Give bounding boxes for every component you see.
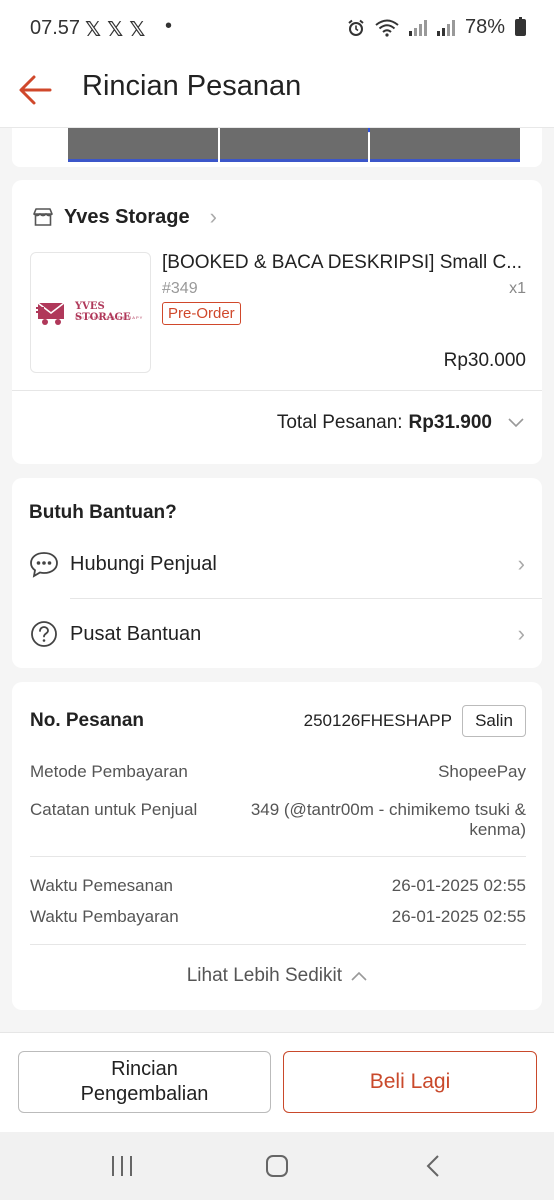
product-quantity: x1 [509,280,526,297]
yves-storage-logo [36,302,65,325]
system-nav-bar [0,1132,554,1200]
chevron-right-icon: › [517,621,525,646]
app-header: Rincian Pesanan [0,58,554,128]
redaction-block [220,128,368,162]
order-time-label: Waktu Pemesanan [30,876,173,895]
seller-note-line2: kenma) [469,820,526,839]
divider [30,944,526,945]
help-title: Butuh Bantuan? [29,502,177,523]
help-center-row[interactable]: Pusat Bantuan › [29,614,525,654]
help-center-label: Pusat Bantuan [70,622,202,645]
seller-note-row: Catatan untuk Penjual 349 (@tantr00m - c… [30,800,526,839]
chevron-right-icon: › [517,551,525,576]
store-icon [33,208,53,226]
payment-method-row: Metode Pembayaran ShopeePay [30,762,526,782]
product-thumbnail[interactable]: YVES STORAGE SHIPPING IS A THERAPY [30,252,151,373]
payment-time-label: Waktu Pembayaran [30,907,179,926]
see-less-toggle[interactable]: Lihat Lebih Sedikit [12,965,542,987]
order-number-value: 250126FHESHAPP [303,711,452,730]
x-notification-icons: 𝕏𝕏𝕏 [85,19,152,41]
seller-note-label: Catatan untuk Penjual [30,800,198,819]
alarm-icon [348,19,364,36]
return-details-line2: Pengembalian [80,1083,209,1105]
shop-header[interactable]: Yves Storage › [32,204,217,230]
battery-icon [515,17,526,36]
payment-time-row: Waktu Pembayaran 26-01-2025 02:55 [30,907,526,927]
order-info-card: No. Pesanan 250126FHESHAPP Salin Metode … [12,682,542,1010]
return-details-button[interactable]: Rincian Pengembalian [18,1051,271,1113]
recent-apps-icon[interactable] [102,1150,142,1182]
payment-time-value: 26-01-2025 02:55 [391,907,526,926]
back-nav-icon[interactable] [413,1150,453,1182]
copy-button[interactable]: Salin [462,705,526,737]
divider [70,598,542,599]
back-arrow-icon[interactable] [18,72,54,108]
see-less-label: Lihat Lebih Sedikit [186,965,342,986]
order-total[interactable]: Total Pesanan: Rp31.900 [277,412,524,434]
help-card: Butuh Bantuan? Hubungi Penjual › Pusat B… [12,478,542,668]
question-icon [29,619,59,649]
contact-seller-label: Hubungi Penjual [70,552,217,575]
order-number-label: No. Pesanan [30,710,145,731]
return-details-line1: Rincian [111,1058,178,1080]
battery-percent: 78% [464,16,505,38]
status-bar: 07.57 𝕏𝕏𝕏 • 78% [0,0,554,58]
page-title: Rincian Pesanan [82,70,302,102]
chevron-up-icon [351,971,367,981]
shop-card: Yves Storage › YVES STORAGE SHIPPING IS … [12,180,542,464]
product-variant: #349 [162,280,198,297]
product-price: Rp30.000 [443,350,526,371]
preorder-badge: Pre-Order [162,302,241,325]
shop-name: Yves Storage [64,205,190,228]
seller-note-line1: 349 (@tantr00m - chimikemo tsuki & [250,800,526,819]
chat-icon [29,549,59,579]
payment-method-label: Metode Pembayaran [30,762,188,781]
bottom-action-bar: Rincian Pengembalian Beli Lagi [0,1032,554,1132]
divider [30,856,526,857]
signal-icon [408,19,427,36]
redacted-strip [12,128,542,167]
chevron-right-icon: › [209,204,217,229]
total-value: Rp31.900 [408,412,492,433]
contact-seller-row[interactable]: Hubungi Penjual › [29,544,525,584]
more-notifications-dot: • [165,15,173,37]
payment-method-value: ShopeePay [438,762,526,781]
status-right: 78% [347,16,526,39]
redaction-block [370,128,520,162]
chevron-down-icon [508,418,524,428]
redaction-block [68,128,218,162]
home-icon[interactable] [257,1150,297,1182]
product-name[interactable]: [BOOKED & BACA DESKRIPSI] Small C... [162,252,526,274]
buy-again-button[interactable]: Beli Lagi [283,1051,537,1113]
seller-note-value: 349 (@tantr00m - chimikemo tsuki & kenma… [251,800,526,840]
divider [12,390,542,391]
logo-subtext: SHIPPING IS A THERAPY [75,315,144,320]
wifi-icon [375,19,399,37]
signal-icon-2 [436,19,455,36]
status-time: 07.57 [30,17,81,39]
order-time-value: 26-01-2025 02:55 [391,876,526,895]
total-label: Total Pesanan: [276,412,403,433]
order-time-row: Waktu Pemesanan 26-01-2025 02:55 [30,876,526,896]
